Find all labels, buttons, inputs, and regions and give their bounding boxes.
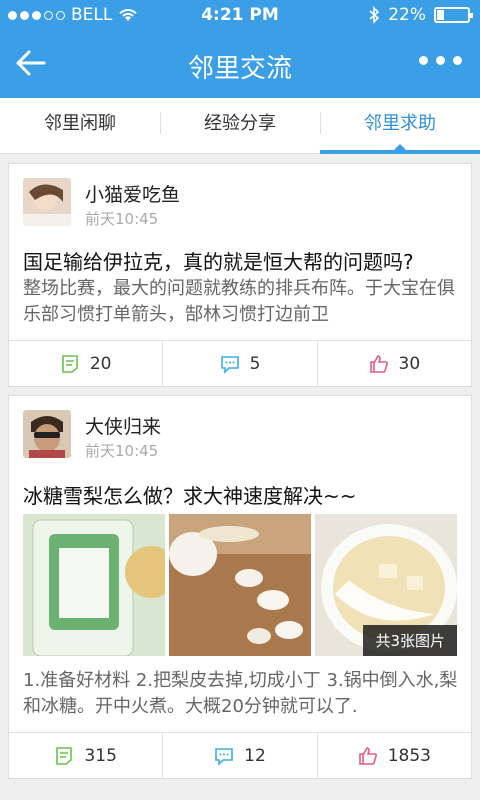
post-card[interactable]: 小猫爱吃鱼 前天10:45 国足输给伊拉克，真的就是恒大帮的问题吗? 整场比赛，… bbox=[8, 163, 472, 387]
note-icon bbox=[56, 746, 73, 765]
photo-pear-soup[interactable]: 共3张图片 bbox=[315, 514, 457, 656]
page-title: 邻里交流 bbox=[187, 54, 292, 84]
like-button[interactable]: 30 bbox=[316, 341, 471, 386]
post-time: 前天10:45 bbox=[85, 210, 159, 228]
top-bar: BELL 4:21 PM 22% 邻里交流 bbox=[0, 0, 480, 98]
more-icon[interactable] bbox=[419, 56, 462, 65]
post-title[interactable]: 国足输给伊拉克，真的就是恒大帮的问题吗? bbox=[23, 246, 414, 275]
comment-icon bbox=[220, 355, 239, 374]
bluetooth-icon bbox=[369, 6, 380, 24]
battery-percent: 22% bbox=[388, 5, 426, 25]
avatar[interactable] bbox=[23, 410, 71, 458]
tab-chat[interactable]: 邻里闲聊 bbox=[0, 98, 160, 153]
note-icon bbox=[62, 354, 78, 373]
comments-button[interactable]: 12 bbox=[162, 733, 316, 778]
active-tab-caret-icon bbox=[394, 144, 406, 150]
post-actions: 315 12 1853 bbox=[9, 732, 471, 778]
status-bar: BELL 4:21 PM 22% bbox=[0, 0, 480, 30]
avatar[interactable] bbox=[23, 178, 71, 226]
post-title[interactable]: 冰糖雪梨怎么做？求大神速度解决~~ bbox=[23, 480, 357, 509]
tab-help[interactable]: 邻里求助 bbox=[320, 98, 480, 154]
comment-icon bbox=[215, 747, 233, 766]
battery-icon bbox=[434, 7, 473, 23]
comments-button[interactable]: 5 bbox=[162, 341, 316, 386]
reads-button[interactable]: 315 bbox=[9, 733, 162, 778]
photo-count-badge: 共3张图片 bbox=[363, 625, 457, 656]
post-card[interactable]: 大侠归来 前天10:45 冰糖雪梨怎么做？求大神速度解决~~ 共3张图片 1.准… bbox=[8, 395, 472, 779]
reads-button[interactable]: 20 bbox=[9, 341, 162, 386]
photo-pear-slices[interactable] bbox=[169, 514, 311, 656]
thumbs-up-icon bbox=[369, 354, 388, 373]
post-actions: 20 5 30 bbox=[9, 340, 471, 386]
tab-bar: 邻里闲聊 经验分享 邻里求助 bbox=[0, 98, 480, 154]
nav-bar: 邻里交流 bbox=[0, 30, 480, 98]
post-body: 整场比赛，最大的问题就教练的排兵布阵。于大宝在俱乐部习惯打单箭头，郜林习惯打边前… bbox=[23, 278, 455, 325]
post-time: 前天10:45 bbox=[85, 442, 159, 460]
user-name[interactable]: 大侠归来 bbox=[85, 412, 161, 439]
photo-strip: 共3张图片 bbox=[23, 514, 459, 656]
like-button[interactable]: 1853 bbox=[316, 733, 471, 778]
post-body: 1.准备好材料 2.把梨皮去掉,切成小丁 3.锅中倒入水,梨和冰糖。开中火煮。大… bbox=[23, 670, 458, 717]
thumbs-up-icon bbox=[358, 746, 377, 765]
photo-rock-sugar[interactable] bbox=[23, 514, 165, 656]
user-name[interactable]: 小猫爱吃鱼 bbox=[85, 180, 180, 207]
tab-experience[interactable]: 经验分享 bbox=[160, 98, 320, 153]
